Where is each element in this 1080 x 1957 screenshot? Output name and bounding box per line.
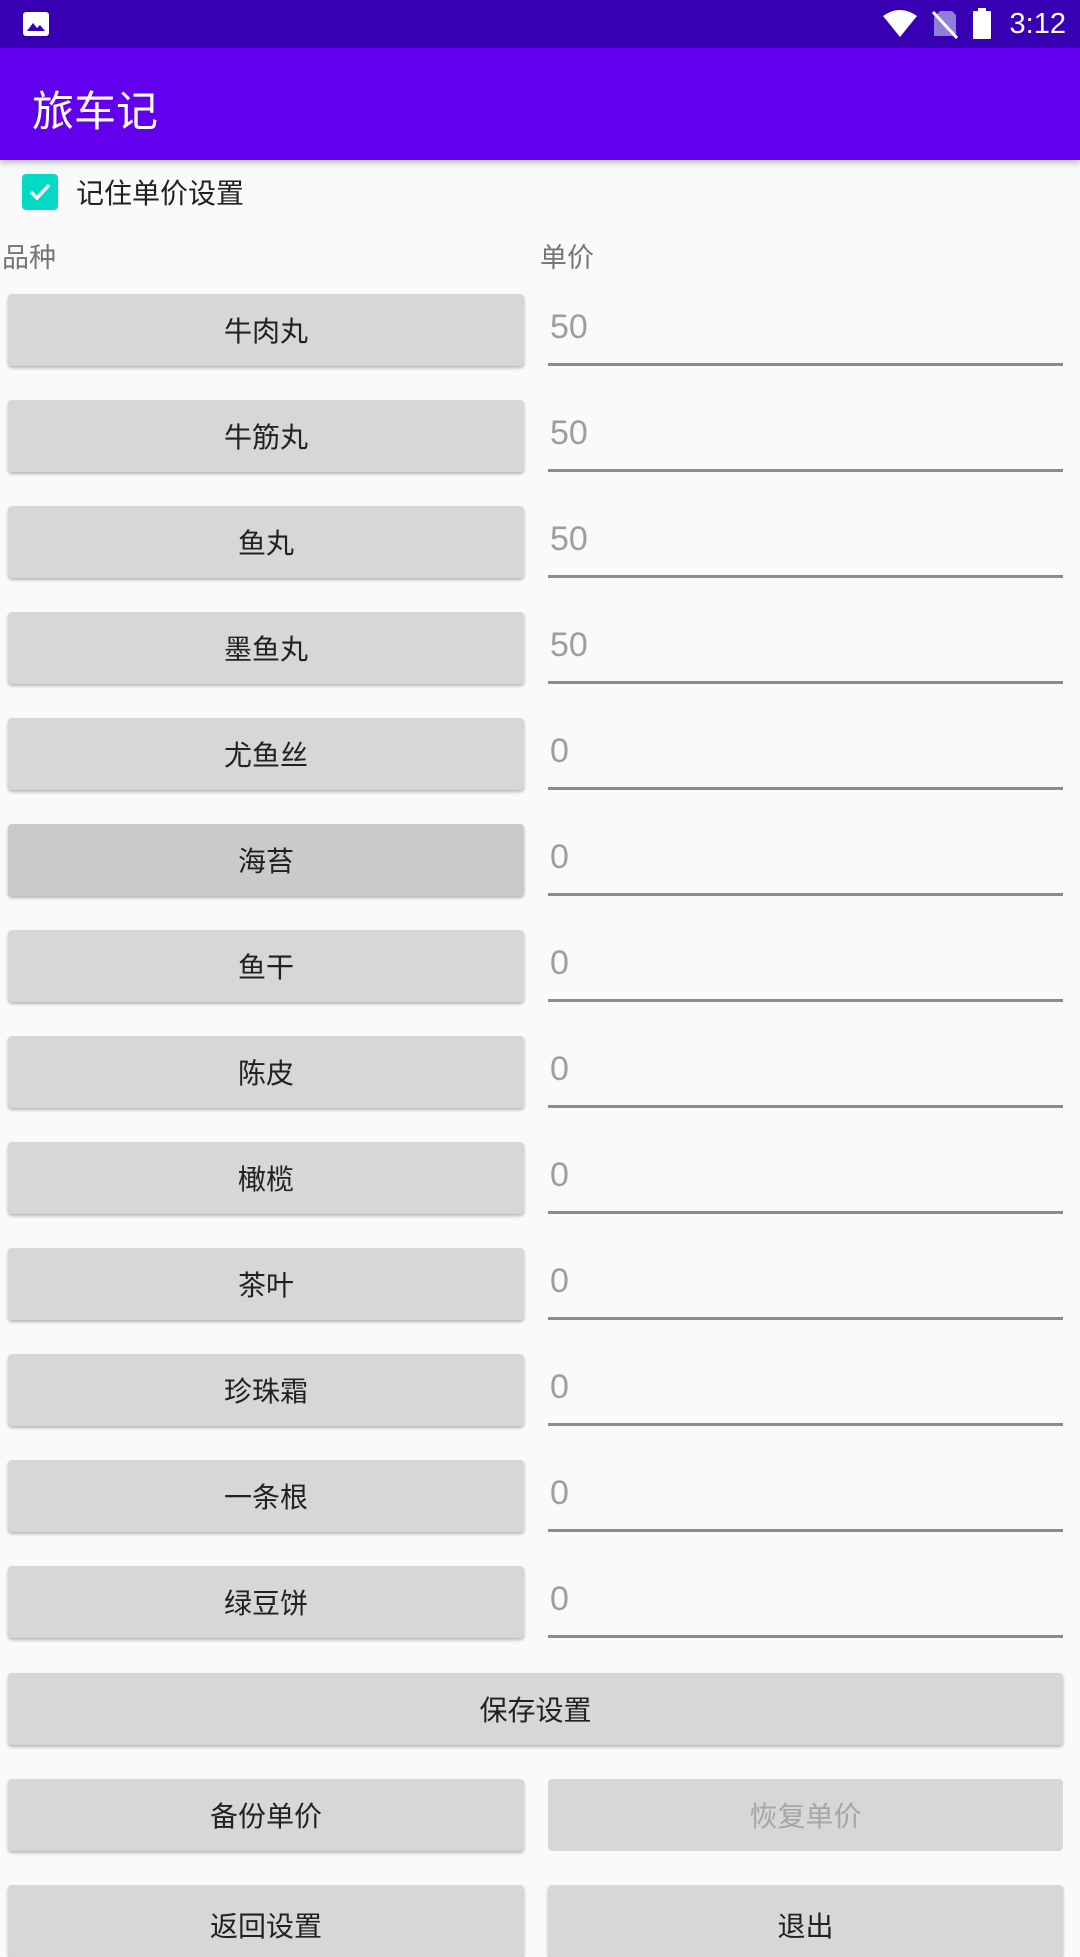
item-button-cuttlefish-ball[interactable]: 墨鱼丸 — [8, 612, 524, 684]
price-input-mung-bean-cake[interactable]: 0 — [548, 1564, 1063, 1638]
price-input-yitiaogen[interactable]: 0 — [548, 1458, 1063, 1532]
price-column-label: 单价 — [540, 243, 594, 274]
remember-price-label: 记住单价设置 — [76, 177, 245, 210]
image-notification-icon — [23, 12, 49, 36]
no-sim-icon — [931, 10, 958, 39]
battery-icon — [972, 8, 991, 39]
item-button-olive[interactable]: 橄榄 — [8, 1142, 524, 1214]
status-time: 3:12 — [1009, 7, 1066, 40]
price-input-olive[interactable]: 0 — [548, 1140, 1063, 1214]
item-button-squid-shreds[interactable]: 尤鱼丝 — [8, 718, 524, 790]
backup-price-button[interactable]: 备份单价 — [8, 1779, 524, 1851]
exit-button[interactable]: 退出 — [548, 1885, 1063, 1957]
price-input-fish-ball[interactable]: 50 — [548, 504, 1063, 578]
price-input-beef-ball[interactable]: 50 — [548, 292, 1063, 366]
item-button-seaweed[interactable]: 海苔 — [8, 824, 524, 896]
price-input-dried-peel[interactable]: 0 — [548, 1034, 1063, 1108]
app-title: 旅车记 — [32, 87, 159, 136]
save-settings-button[interactable]: 保存设置 — [8, 1673, 1063, 1745]
item-button-tea[interactable]: 茶叶 — [8, 1248, 524, 1320]
item-button-dried-peel[interactable]: 陈皮 — [8, 1036, 524, 1108]
back-to-settings-button[interactable]: 返回设置 — [8, 1885, 524, 1957]
price-input-seaweed[interactable]: 0 — [548, 822, 1063, 896]
restore-price-button[interactable]: 恢复单价 — [548, 1779, 1063, 1851]
item-button-beef-tendon-ball[interactable]: 牛筋丸 — [8, 400, 524, 472]
price-input-dried-fish[interactable]: 0 — [548, 928, 1063, 1002]
item-button-mung-bean-cake[interactable]: 绿豆饼 — [8, 1566, 524, 1638]
price-input-beef-tendon-ball[interactable]: 50 — [548, 398, 1063, 472]
item-button-beef-ball[interactable]: 牛肉丸 — [8, 294, 524, 366]
item-button-dried-fish[interactable]: 鱼干 — [8, 930, 524, 1002]
item-button-fish-ball[interactable]: 鱼丸 — [8, 506, 524, 578]
price-input-tea[interactable]: 0 — [548, 1246, 1063, 1320]
price-input-squid-shreds[interactable]: 0 — [548, 716, 1063, 790]
app-bar: 旅车记 — [0, 48, 1080, 160]
remember-price-checkbox[interactable] — [22, 174, 58, 210]
price-input-cuttlefish-ball[interactable]: 50 — [548, 610, 1063, 684]
item-button-pearl-cream[interactable]: 珍珠霜 — [8, 1354, 524, 1426]
variety-column-label: 品种 — [2, 243, 56, 274]
price-input-pearl-cream[interactable]: 0 — [548, 1352, 1063, 1426]
check-icon — [29, 183, 51, 201]
item-button-yitiaogen[interactable]: 一条根 — [8, 1460, 524, 1532]
remember-price-checkbox-row[interactable]: 记住单价设置 — [22, 172, 244, 212]
wifi-icon — [882, 10, 917, 37]
status-bar: 3:12 — [0, 0, 1080, 48]
